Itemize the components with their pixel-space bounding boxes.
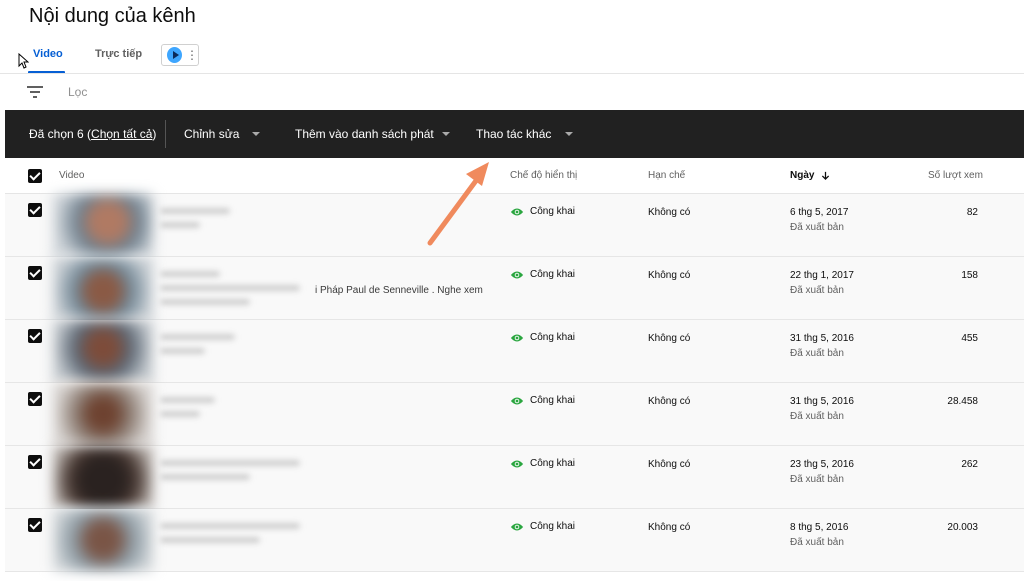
restrictions-value: Không có bbox=[648, 396, 691, 407]
tab-video[interactable]: Video bbox=[33, 48, 63, 60]
video-thumbnail[interactable] bbox=[53, 509, 153, 571]
eye-icon bbox=[510, 334, 524, 341]
row-checkbox[interactable] bbox=[28, 392, 42, 406]
select-all-link[interactable]: Chọn tất cả bbox=[91, 127, 152, 141]
date-value: 23 thg 5, 2016 bbox=[790, 459, 854, 470]
publish-status: Đã xuất bản bbox=[790, 474, 844, 485]
tab-bar: Video Trực tiếp ⋮ bbox=[0, 40, 1024, 74]
video-thumbnail[interactable] bbox=[53, 257, 153, 319]
table-row[interactable]: Công khai Không có 31 thg 5, 2016 Đã xuấ… bbox=[5, 383, 1024, 446]
views-value: 262 bbox=[961, 459, 978, 470]
restrictions-value: Không có bbox=[648, 459, 691, 470]
row-checkbox[interactable] bbox=[28, 266, 42, 280]
header-restrictions[interactable]: Hạn chế bbox=[648, 170, 685, 181]
publish-status: Đã xuất bản bbox=[790, 537, 844, 548]
eye-icon bbox=[510, 460, 524, 467]
date-value: 31 thg 5, 2016 bbox=[790, 396, 854, 407]
eye-icon bbox=[510, 271, 524, 278]
visibility-value[interactable]: Công khai bbox=[530, 458, 575, 469]
restrictions-value: Không có bbox=[648, 333, 691, 344]
caret-down-icon bbox=[442, 132, 450, 136]
video-thumbnail[interactable] bbox=[53, 320, 153, 382]
restrictions-value: Không có bbox=[648, 270, 691, 281]
live-stream-menu-button[interactable]: ⋮ bbox=[161, 44, 199, 66]
caret-down-icon bbox=[252, 132, 260, 136]
date-value: 6 thg 5, 2017 bbox=[790, 207, 849, 218]
publish-status: Đã xuất bản bbox=[790, 348, 844, 359]
row-checkbox[interactable] bbox=[28, 203, 42, 217]
table-row[interactable]: Công khai Không có 8 thg 5, 2016 Đã xuất… bbox=[5, 509, 1024, 572]
date-value: 8 thg 5, 2016 bbox=[790, 522, 849, 533]
publish-status: Đã xuất bản bbox=[790, 285, 844, 296]
views-value: 455 bbox=[961, 333, 978, 344]
views-value: 28.458 bbox=[947, 396, 978, 407]
visibility-value[interactable]: Công khai bbox=[530, 395, 575, 406]
date-value: 31 thg 5, 2016 bbox=[790, 333, 854, 344]
visibility-value[interactable]: Công khai bbox=[530, 332, 575, 343]
filter-input[interactable]: Lọc bbox=[68, 85, 87, 99]
row-checkbox[interactable] bbox=[28, 329, 42, 343]
visibility-value[interactable]: Công khai bbox=[530, 206, 575, 217]
header-video: Video bbox=[59, 170, 85, 181]
more-actions-button[interactable]: Thao tác khác bbox=[476, 127, 551, 141]
table-row[interactable]: i Pháp Paul de Senneville . Nghe xem Côn… bbox=[5, 257, 1024, 320]
add-to-playlist-button[interactable]: Thêm vào danh sách phát bbox=[295, 127, 434, 141]
views-value: 20.003 bbox=[947, 522, 978, 533]
row-checkbox[interactable] bbox=[28, 455, 42, 469]
restrictions-value: Không có bbox=[648, 207, 691, 218]
caret-down-icon bbox=[565, 132, 573, 136]
header-views[interactable]: Số lượt xem bbox=[928, 170, 983, 181]
table-row[interactable]: Công khai Không có 6 thg 5, 2017 Đã xuất… bbox=[5, 194, 1024, 257]
divider bbox=[165, 120, 166, 148]
bulk-action-bar: Đã chọn 6 (Chọn tất cả) Chỉnh sửa Thêm v… bbox=[5, 110, 1024, 158]
table-row[interactable]: Công khai Không có 23 thg 5, 2016 Đã xuấ… bbox=[5, 446, 1024, 509]
restrictions-value: Không có bbox=[648, 522, 691, 533]
publish-status: Đã xuất bản bbox=[790, 222, 844, 233]
video-thumbnail[interactable] bbox=[53, 194, 153, 256]
video-thumbnail[interactable] bbox=[53, 383, 153, 445]
eye-icon bbox=[510, 523, 524, 530]
views-value: 82 bbox=[966, 207, 978, 218]
views-value: 158 bbox=[961, 270, 978, 281]
eye-icon bbox=[510, 208, 524, 215]
table-row[interactable]: Công khai Không có 31 thg 5, 2016 Đã xuấ… bbox=[5, 320, 1024, 383]
mouse-pointer-icon bbox=[18, 53, 29, 69]
eye-icon bbox=[510, 397, 524, 404]
row-checkbox[interactable] bbox=[28, 518, 42, 532]
visibility-value[interactable]: Công khai bbox=[530, 521, 575, 532]
publish-status: Đã xuất bản bbox=[790, 411, 844, 422]
visibility-value[interactable]: Công khai bbox=[530, 269, 575, 280]
more-vert-icon: ⋮ bbox=[186, 48, 198, 62]
filter-icon[interactable] bbox=[27, 86, 43, 98]
table-header: Video Chế độ hiển thị Hạn chế Ngày Số lư… bbox=[5, 158, 1024, 194]
date-value: 22 thg 1, 2017 bbox=[790, 270, 854, 281]
video-thumbnail[interactable] bbox=[53, 446, 153, 508]
live-stream-icon bbox=[167, 47, 182, 63]
selection-count: Đã chọn 6 (Chọn tất cả) bbox=[29, 127, 157, 141]
header-visibility[interactable]: Chế độ hiển thị bbox=[510, 170, 577, 181]
filter-bar: Lọc bbox=[0, 74, 1024, 110]
header-date[interactable]: Ngày bbox=[790, 170, 830, 181]
page-title: Nội dung của kênh bbox=[29, 5, 196, 27]
tab-live[interactable]: Trực tiếp bbox=[95, 48, 142, 60]
edit-button[interactable]: Chỉnh sửa bbox=[184, 127, 239, 141]
select-all-checkbox[interactable] bbox=[28, 169, 42, 183]
arrow-down-icon bbox=[822, 171, 830, 180]
video-description: i Pháp Paul de Senneville . Nghe xem bbox=[315, 285, 483, 296]
